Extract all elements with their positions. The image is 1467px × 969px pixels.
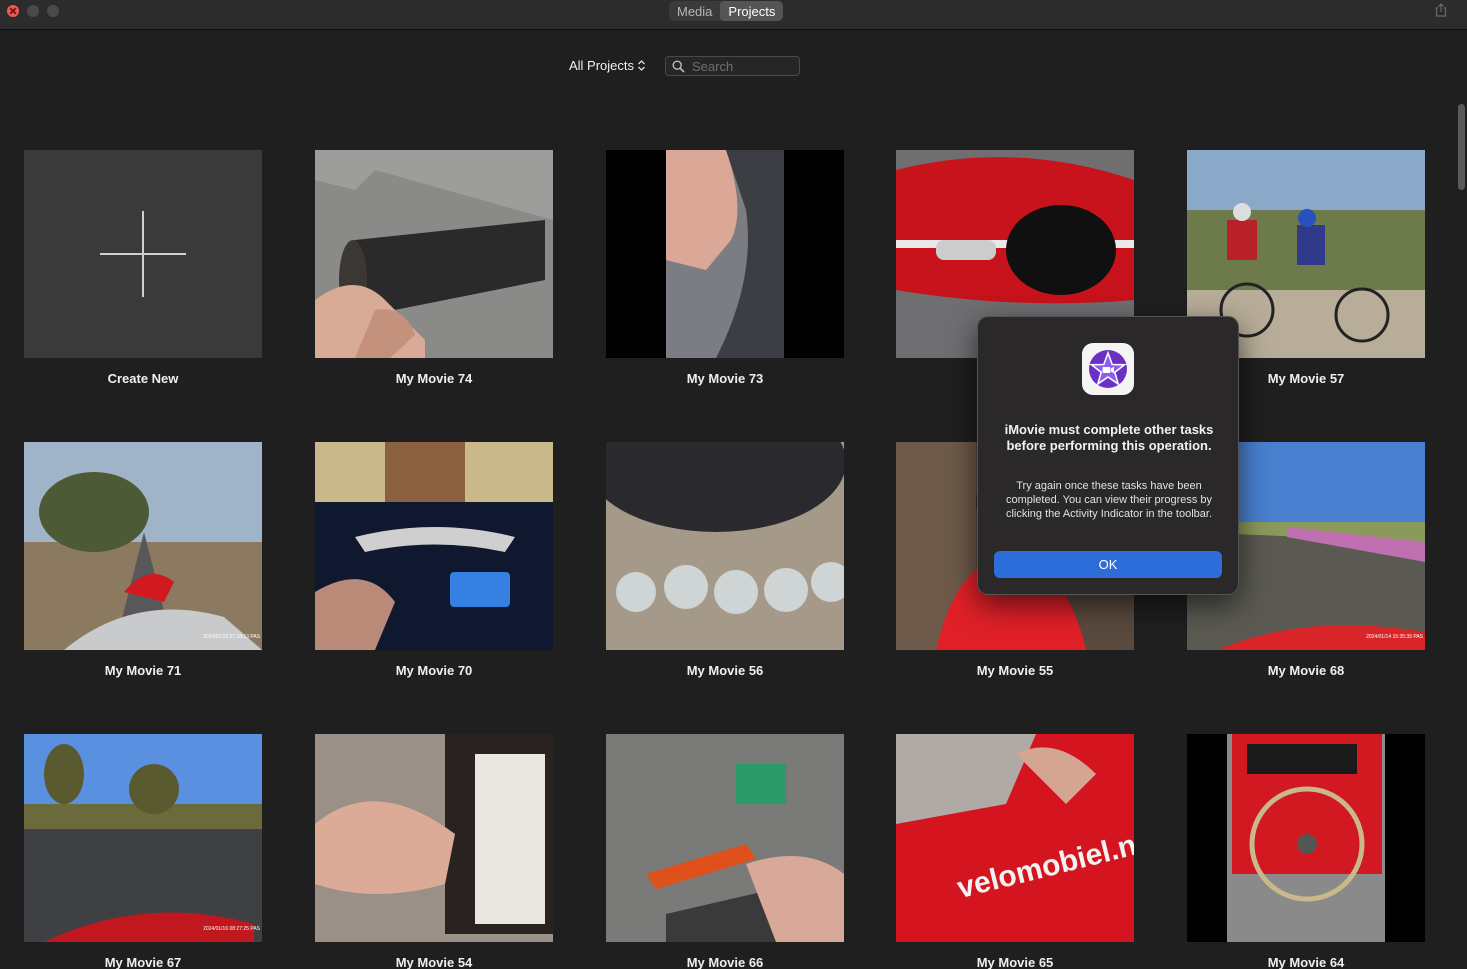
thumbnail-image: 2024/01/16 08:27:25 PAS — [24, 734, 262, 942]
project-tile[interactable]: My Movie 70 — [315, 442, 553, 678]
project-title: My Movie 56 — [686, 663, 764, 678]
filter-label: All Projects — [569, 58, 635, 73]
minimize-window-button[interactable] — [27, 5, 39, 17]
project-thumbnail[interactable] — [606, 442, 844, 650]
project-tile[interactable]: My Movie 73 — [606, 150, 844, 386]
project-tile[interactable]: My Movie 66 — [606, 734, 844, 969]
project-tile[interactable]: 2024/01/23 07:18:13 PAS My Movie 71 — [24, 442, 262, 678]
view-switcher: Media Projects — [669, 1, 784, 21]
create-new-label: Create New — [107, 371, 179, 386]
dialog-title: iMovie must complete other tasks before … — [1004, 422, 1214, 453]
project-title: My Movie 68 — [1267, 663, 1345, 678]
tab-media[interactable]: Media — [669, 1, 720, 21]
project-tile[interactable]: My Movie 56 — [606, 442, 844, 678]
project-tile[interactable]: 2024/01/16 08:27:25 PAS My Movie 67 — [24, 734, 262, 969]
project-thumbnail[interactable] — [315, 442, 553, 650]
project-tile[interactable]: My Movie 64 — [1187, 734, 1425, 969]
thumbnail-image — [606, 734, 844, 942]
project-title: My Movie 73 — [686, 371, 764, 386]
project-thumbnail[interactable] — [315, 150, 553, 358]
search-icon — [672, 60, 685, 73]
project-title: My Movie 74 — [395, 371, 473, 386]
thumbnail-image: 2024/01/23 07:18:13 PAS — [24, 442, 262, 650]
thumbnail-image — [606, 442, 844, 650]
zoom-window-button[interactable] — [47, 5, 59, 17]
project-thumbnail[interactable] — [1187, 734, 1425, 942]
project-tile[interactable]: My Movie 54 — [315, 734, 553, 969]
thumbnail-image — [315, 150, 553, 358]
search-input[interactable] — [692, 58, 796, 75]
ok-button[interactable]: OK — [994, 551, 1222, 578]
tab-projects[interactable]: Projects — [720, 1, 784, 21]
project-thumbnail[interactable] — [606, 150, 844, 358]
project-thumbnail[interactable]: 2024/01/23 07:18:13 PAS — [24, 442, 262, 650]
create-new-thumbnail[interactable] — [24, 150, 262, 358]
project-tile[interactable]: My Movie 74 — [315, 150, 553, 386]
project-title: My Movie 65 — [976, 955, 1054, 969]
alert-dialog: iMovie must complete other tasks before … — [977, 316, 1239, 595]
thumbnail-image — [1187, 734, 1425, 942]
timestamp: 2024/01/16 08:27:25 PAS — [203, 926, 261, 932]
thumbnail-image: velomobiel.nl — [896, 734, 1134, 942]
timestamp: 2024/01/14 15:35:35 PAS — [1366, 634, 1424, 640]
project-title: My Movie 55 — [976, 663, 1054, 678]
timestamp: 2024/01/23 07:18:13 PAS — [203, 634, 261, 640]
project-title: My Movie 66 — [686, 955, 764, 969]
imovie-app-icon — [1082, 343, 1134, 395]
all-projects-dropdown[interactable]: All Projects — [569, 58, 646, 73]
share-icon[interactable] — [1434, 3, 1448, 17]
project-title: My Movie 54 — [395, 955, 473, 969]
project-thumbnail[interactable] — [315, 734, 553, 942]
close-window-button[interactable] — [7, 5, 19, 17]
title-bar: Media Projects — [0, 0, 1467, 30]
project-title: My Movie 67 — [104, 955, 182, 969]
thumbnail-image — [315, 442, 553, 650]
project-thumbnail[interactable] — [606, 734, 844, 942]
search-field[interactable] — [665, 56, 800, 76]
project-thumbnail[interactable]: 2024/01/16 08:27:25 PAS — [24, 734, 262, 942]
create-new-tile[interactable]: Create New — [24, 150, 262, 386]
project-title: My Movie 70 — [395, 663, 473, 678]
project-title: My Movie 71 — [104, 663, 182, 678]
thumbnail-image — [606, 150, 844, 358]
project-title: My Movie 64 — [1267, 955, 1345, 969]
dialog-message: Try again once these tasks have been com… — [1005, 480, 1213, 520]
vertical-scrollbar[interactable] — [1458, 104, 1465, 190]
project-tile[interactable]: velomobiel.nl My Movie 65 — [896, 734, 1134, 969]
project-thumbnail[interactable]: velomobiel.nl — [896, 734, 1134, 942]
chevron-updown-icon — [638, 60, 645, 71]
thumbnail-image — [315, 734, 553, 942]
